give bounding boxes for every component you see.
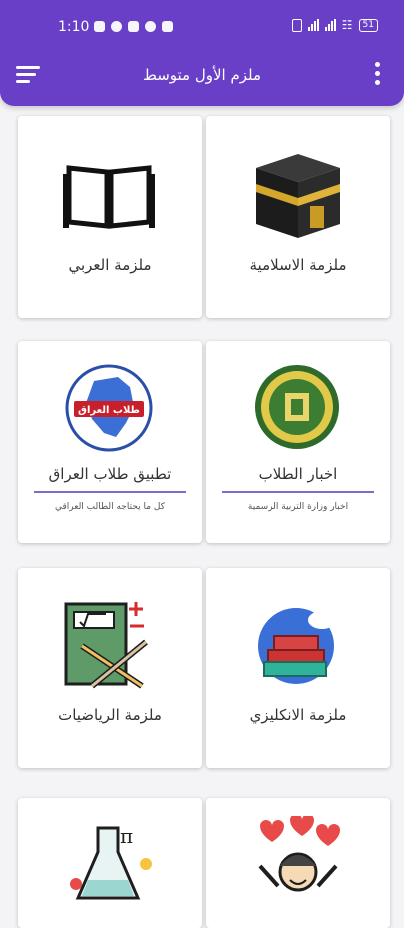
- youtube-icon: [162, 21, 173, 32]
- status-time: 1:10: [58, 19, 90, 35]
- card-islamic[interactable]: ملزمة الاسلامية: [206, 116, 390, 318]
- card-label: تطبيق طلاب العراق: [48, 465, 172, 483]
- math-notebook-icon: [64, 602, 148, 689]
- card-subtitle: كل ما يحتاجه الطالب العراقي: [54, 502, 166, 512]
- card-label: ملزمة الانكليزي: [249, 706, 347, 724]
- iraq-logo-text: طلاب العراق: [78, 405, 140, 416]
- notification-icons: [94, 21, 173, 32]
- app-bar: 1:10 ☷ 51 ملزم الأول متوسط: [0, 0, 404, 106]
- kebab-icon-dot: [375, 80, 380, 85]
- kebab-icon-dot: [375, 71, 380, 76]
- flask-icon: [70, 826, 152, 900]
- system-icons: ☷ 51: [291, 18, 378, 32]
- card-science[interactable]: π: [18, 798, 202, 928]
- card-label: ملزمة العربي: [68, 256, 152, 274]
- card-label: اخبار الطلاب: [258, 465, 338, 483]
- open-book-icon: [63, 165, 155, 229]
- status-bar: 1:10 ☷ 51: [0, 0, 404, 50]
- ministry-seal-icon: [255, 365, 339, 449]
- pi-icon: π: [120, 824, 134, 848]
- card-iraq-students-app[interactable]: طلاب العراق تطبيق طلاب العراق كل ما يحتا…: [18, 341, 202, 543]
- wifi-icon: ☷: [341, 18, 353, 32]
- kebab-icon: [375, 62, 380, 67]
- divider: [222, 491, 374, 493]
- card-arabic[interactable]: ملزمة العربي: [18, 116, 202, 318]
- mail-icon: [128, 21, 139, 32]
- battery-indicator: 51: [358, 18, 378, 32]
- card-label: ملزمة الرياضيات: [58, 706, 162, 724]
- happy-person-icon: [258, 816, 340, 892]
- english-books-icon: [258, 608, 336, 684]
- page-title: ملزم الأول متوسط: [142, 66, 262, 84]
- card-student-news[interactable]: اخبار الطلاب اخبار وزارة التربية الرسمية: [206, 341, 390, 543]
- notification-icon: [94, 21, 105, 32]
- vibrate-icon: [291, 18, 302, 32]
- kaaba-icon: [256, 154, 340, 238]
- card-math[interactable]: ملزمة الرياضيات: [18, 568, 202, 768]
- game-icon: [145, 21, 156, 32]
- card-subtitle: اخبار وزارة التربية الرسمية: [247, 502, 349, 512]
- divider: [34, 491, 186, 493]
- signal-icon-2: [324, 19, 336, 31]
- facebook-icon: [111, 21, 122, 32]
- card-activities[interactable]: [206, 798, 390, 928]
- signal-icon: [307, 19, 319, 31]
- more-options-button[interactable]: [374, 62, 382, 86]
- card-english[interactable]: ملزمة الانكليزي: [206, 568, 390, 768]
- card-label: ملزمة الاسلامية: [249, 256, 347, 274]
